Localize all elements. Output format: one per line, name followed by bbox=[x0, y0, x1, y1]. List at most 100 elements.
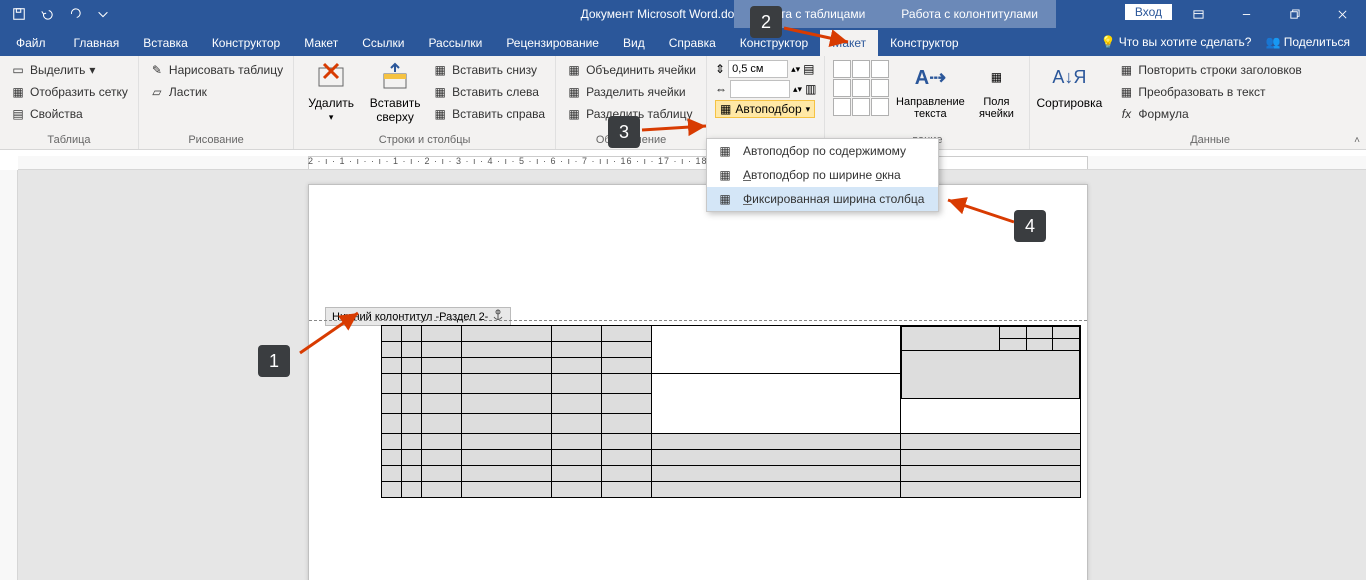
align-bl[interactable] bbox=[833, 98, 851, 116]
alignment-grid[interactable] bbox=[833, 60, 889, 116]
share-button[interactable]: 👥 Поделиться bbox=[1265, 35, 1350, 49]
formula-button[interactable]: fxФормула bbox=[1116, 104, 1303, 124]
insert-above-icon bbox=[378, 60, 412, 94]
col-width-input[interactable] bbox=[730, 80, 790, 98]
text-direction-button[interactable]: A⇢ Направление текста bbox=[895, 60, 965, 120]
draw-table-button[interactable]: ✎Нарисовать таблицу bbox=[147, 60, 285, 80]
group-draw: ✎Нарисовать таблицу ▱Ластик Рисование bbox=[139, 56, 294, 149]
spinner-icon[interactable]: ▴▾ bbox=[791, 64, 800, 75]
tab-home[interactable]: Главная bbox=[62, 30, 132, 56]
split-table-icon: ▦ bbox=[566, 106, 582, 122]
group-table: ▭Выделить ▾ ▦Отобразить сетку ▤Свойства … bbox=[0, 56, 139, 149]
tab-mailings[interactable]: Рассылки bbox=[416, 30, 494, 56]
tab-file[interactable]: Файл bbox=[0, 30, 62, 56]
align-ml[interactable] bbox=[833, 79, 851, 97]
title-bar: Документ Microsoft Word.docx - Word Рабо… bbox=[0, 0, 1366, 28]
insert-right-button[interactable]: ▦Вставить справа bbox=[430, 104, 547, 124]
autofit-button[interactable]: ▦ Автоподбор▾ bbox=[715, 100, 815, 118]
repeat-header-button[interactable]: ▦Повторить строки заголовков bbox=[1116, 60, 1303, 80]
select-button[interactable]: ▭Выделить ▾ bbox=[8, 60, 130, 80]
callout-4: 4 bbox=[1014, 210, 1046, 242]
save-button[interactable] bbox=[6, 3, 32, 25]
undo-button[interactable] bbox=[34, 3, 60, 25]
ribbon-display-button[interactable] bbox=[1174, 0, 1222, 28]
horizontal-ruler[interactable]: 2 · ı · 1 · ı · · ı · 1 · ı · 2 · ı · 3 … bbox=[18, 156, 1366, 170]
qat-customize[interactable] bbox=[90, 3, 116, 25]
distribute-cols-icon[interactable]: ▥ bbox=[805, 82, 816, 96]
tab-view[interactable]: Вид bbox=[611, 30, 657, 56]
fixed-width-item[interactable]: ▦Фиксированная ширина столбца bbox=[707, 187, 938, 211]
insert-left-icon: ▦ bbox=[432, 84, 448, 100]
cell-margins-icon: ▦ bbox=[979, 60, 1013, 94]
tab-review[interactable]: Рецензирование bbox=[494, 30, 611, 56]
convert-text-button[interactable]: ▦Преобразовать в текст bbox=[1116, 82, 1303, 102]
collapse-ribbon-icon[interactable]: ˄ bbox=[1354, 135, 1360, 146]
autofit-icon: ▦ bbox=[720, 102, 731, 116]
page: Нижний колонтитул -Раздел 2- bbox=[308, 184, 1088, 580]
align-tc[interactable] bbox=[852, 60, 870, 78]
text-direction-icon: A⇢ bbox=[913, 60, 947, 94]
formula-icon: fx bbox=[1118, 106, 1134, 122]
ribbon-tabs: Файл Главная Вставка Конструктор Макет С… bbox=[0, 28, 1366, 56]
row-height-input[interactable]: 0,5 см bbox=[728, 60, 788, 78]
sign-in-button[interactable]: Вход bbox=[1125, 4, 1172, 20]
fixed-width-icon: ▦ bbox=[715, 191, 735, 207]
restore-button[interactable] bbox=[1270, 0, 1318, 28]
tab-references[interactable]: Ссылки bbox=[350, 30, 416, 56]
eraser-icon: ▱ bbox=[149, 84, 165, 100]
properties-icon: ▤ bbox=[10, 106, 26, 122]
sort-button[interactable]: A↓Я Сортировка bbox=[1038, 60, 1100, 110]
merge-cells-button[interactable]: ▦Объединить ячейки bbox=[564, 60, 698, 80]
minimize-button[interactable] bbox=[1222, 0, 1270, 28]
cursor-icon: ▭ bbox=[10, 62, 26, 78]
tab-hf-design[interactable]: Конструктор bbox=[878, 30, 970, 56]
ribbon-right: 💡 Что вы хотите сделать? 👥 Поделиться bbox=[1101, 28, 1366, 56]
view-gridlines-button[interactable]: ▦Отобразить сетку bbox=[8, 82, 130, 102]
align-bc[interactable] bbox=[852, 98, 870, 116]
arrow-2 bbox=[782, 22, 862, 55]
footer-boundary bbox=[309, 320, 1087, 321]
insert-above-button[interactable]: Вставить сверху bbox=[366, 60, 424, 124]
insert-left-button[interactable]: ▦Вставить слева bbox=[430, 82, 547, 102]
tab-layout[interactable]: Макет bbox=[292, 30, 350, 56]
eraser-button[interactable]: ▱Ластик bbox=[147, 82, 285, 102]
close-button[interactable] bbox=[1318, 0, 1366, 28]
autofit-content-item[interactable]: ▦Автоподбор по содержимому bbox=[707, 139, 938, 163]
group-alignment: A⇢ Направление текста ▦ Поля ячейки вани… bbox=[825, 56, 1030, 149]
group-cell-size: ⇕ 0,5 см ▴▾ ▤ ⇔ ▴▾ ▥ ▦ Автоподбор▾ bbox=[707, 56, 825, 149]
callout-3: 3 bbox=[608, 116, 640, 148]
convert-icon: ▦ bbox=[1118, 84, 1134, 100]
properties-button[interactable]: ▤Свойства bbox=[8, 104, 130, 124]
quick-access-toolbar bbox=[0, 3, 116, 25]
delete-button[interactable]: Удалить▾ bbox=[302, 60, 360, 123]
arrow-1 bbox=[290, 305, 370, 358]
tell-me[interactable]: 💡 Что вы хотите сделать? bbox=[1101, 35, 1252, 49]
split-cells-button[interactable]: ▦Разделить ячейки bbox=[564, 82, 698, 102]
tab-design[interactable]: Конструктор bbox=[200, 30, 292, 56]
align-mr[interactable] bbox=[871, 79, 889, 97]
align-mc[interactable] bbox=[852, 79, 870, 97]
footer-table[interactable] bbox=[381, 325, 1081, 498]
callout-1: 1 bbox=[258, 345, 290, 377]
redo-button[interactable] bbox=[62, 3, 88, 25]
align-tr[interactable] bbox=[871, 60, 889, 78]
cell-margins-button[interactable]: ▦ Поля ячейки bbox=[971, 60, 1021, 120]
spinner-icon[interactable]: ▴▾ bbox=[793, 84, 802, 95]
insert-below-button[interactable]: ▦Вставить снизу bbox=[430, 60, 547, 80]
tab-insert[interactable]: Вставка bbox=[131, 30, 200, 56]
group-sort: A↓Я Сортировка bbox=[1030, 56, 1108, 149]
align-br[interactable] bbox=[871, 98, 889, 116]
ruler-ticks: 2 · ı · 1 · ı · · ı · 1 · ı · 2 · ı · 3 … bbox=[308, 156, 1088, 169]
align-tl[interactable] bbox=[833, 60, 851, 78]
delete-icon bbox=[314, 60, 348, 94]
merge-icon: ▦ bbox=[566, 62, 582, 78]
tab-help[interactable]: Справка bbox=[657, 30, 728, 56]
col-width-icon: ⇔ bbox=[715, 82, 727, 96]
vertical-ruler[interactable] bbox=[0, 170, 18, 580]
insert-below-icon: ▦ bbox=[432, 62, 448, 78]
window-controls bbox=[1174, 0, 1366, 28]
distribute-rows-icon[interactable]: ▤ bbox=[803, 62, 814, 76]
context-tab-header-footer: Работа с колонтитулами bbox=[883, 0, 1056, 28]
insert-right-icon: ▦ bbox=[432, 106, 448, 122]
autofit-window-item[interactable]: ▦Автоподбор по ширине окна bbox=[707, 163, 938, 187]
